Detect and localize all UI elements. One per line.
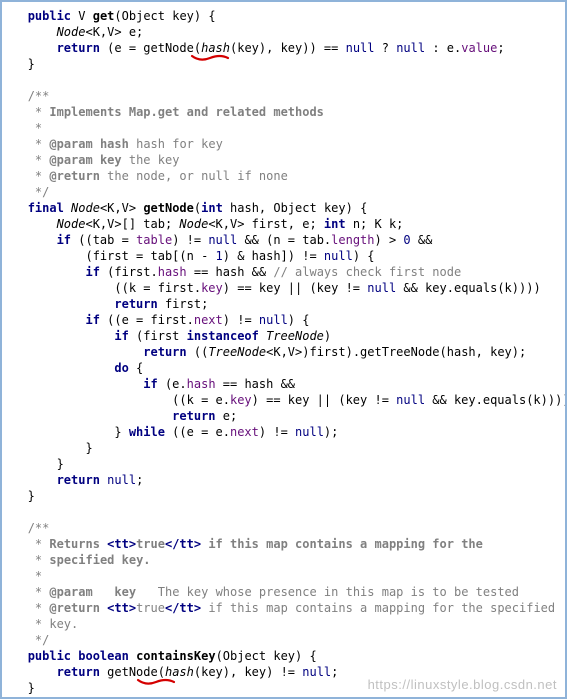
code-viewport: public V get(Object key) { Node<K,V> e; … <box>0 0 567 699</box>
line: * @return <tt>true</tt> if this map cont… <box>6 601 555 615</box>
line: return null; <box>6 473 143 487</box>
line: */ <box>6 185 49 199</box>
line: * <box>6 121 42 135</box>
line: public boolean containsKey(Object key) { <box>6 649 317 663</box>
line: /** <box>6 521 49 535</box>
line: return ((TreeNode<K,V>)first).getTreeNod… <box>6 345 526 359</box>
line: * Returns <tt>true</tt> if this map cont… <box>6 537 483 551</box>
line: public V get(Object key) { <box>6 9 216 23</box>
line: } <box>6 489 35 503</box>
line: * @param key The key whose presence in t… <box>6 585 519 599</box>
line: ((k = e.key) == key || (key != null && k… <box>6 393 567 407</box>
line: * @param key the key <box>6 153 179 167</box>
line: if (e.hash == hash && <box>6 377 295 391</box>
line: /** <box>6 89 49 103</box>
line: Node<K,V>[] tab; Node<K,V> first, e; int… <box>6 217 403 231</box>
line: final Node<K,V> getNode(int hash, Object… <box>6 201 367 215</box>
code-block: public V get(Object key) { Node<K,V> e; … <box>2 2 565 696</box>
line: ((k = first.key) == key || (key != null … <box>6 281 541 295</box>
line: * key. <box>6 617 78 631</box>
line: return (e = getNode(hash(key), key)) == … <box>6 41 505 55</box>
line: * specified key. <box>6 553 151 567</box>
line: return e; <box>6 409 237 423</box>
line: return getNode(hash(key), key) != null; <box>6 665 338 679</box>
line: return first; <box>6 297 208 311</box>
line: if ((tab = table) != null && (n = tab.le… <box>6 233 432 247</box>
watermark: https://linuxstyle.blog.csdn.net <box>368 677 557 693</box>
line: if ((e = first.next) != null) { <box>6 313 309 327</box>
line: } <box>6 457 64 471</box>
line: } while ((e = e.next) != null); <box>6 425 338 439</box>
line: } <box>6 681 35 695</box>
line: * Implements Map.get and related methods <box>6 105 324 119</box>
line: } <box>6 57 35 71</box>
line: if (first instanceof TreeNode) <box>6 329 331 343</box>
line: * @return the node, or null if none <box>6 169 288 183</box>
line: if (first.hash == hash && // always chec… <box>6 265 461 279</box>
line: (first = tab[(n - 1) & hash]) != null) { <box>6 249 375 263</box>
line: Node<K,V> e; <box>6 25 143 39</box>
line: */ <box>6 633 49 647</box>
line: * <box>6 569 42 583</box>
line: do { <box>6 361 143 375</box>
line: * @param hash hash for key <box>6 137 223 151</box>
line: } <box>6 441 93 455</box>
